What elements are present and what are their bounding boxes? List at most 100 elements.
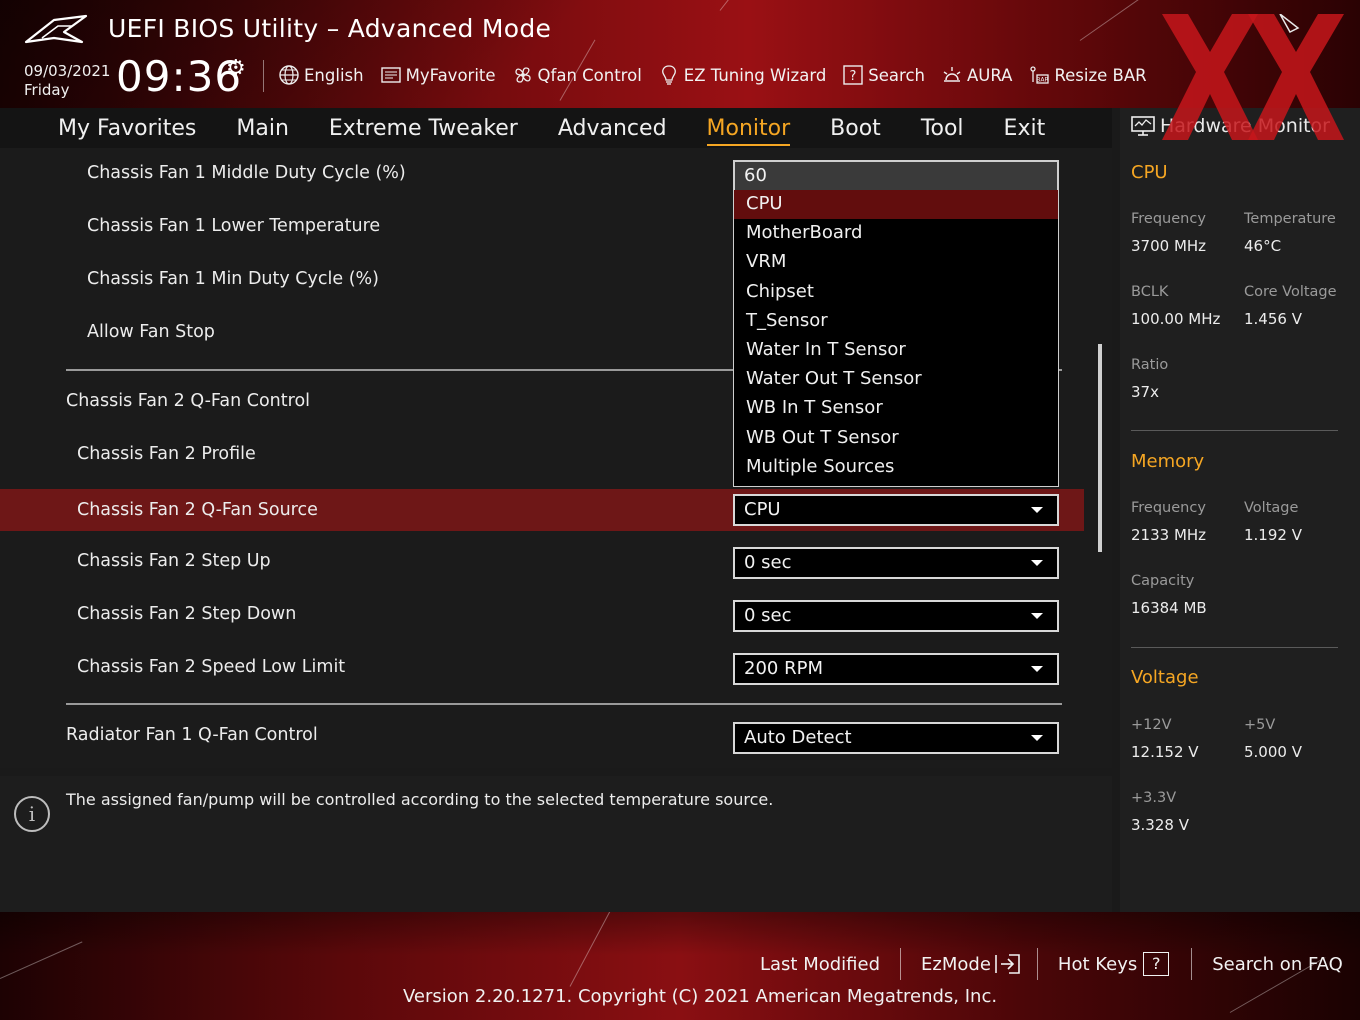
date-display: 09/03/2021 Friday — [24, 62, 110, 100]
memory-capacity-value: 16384 MB — [1131, 599, 1207, 617]
setting-label: Chassis Fan 2 Step Down — [77, 604, 297, 624]
qfan-control-button[interactable]: Qfan Control — [512, 64, 642, 86]
setting-label: Chassis Fan 1 Middle Duty Cycle (%) — [87, 163, 406, 183]
tab-tool[interactable]: Tool — [921, 116, 964, 141]
voltage-12v-value: 12.152 V — [1131, 743, 1199, 761]
tab-advanced[interactable]: Advanced — [558, 116, 667, 141]
language-button[interactable]: English — [278, 64, 364, 86]
ezmode-button[interactable]: EzMode — [921, 952, 1023, 976]
dropdown-option-wb-out[interactable]: WB Out T Sensor — [734, 424, 1058, 453]
cpu-bclk-label: BCLK — [1131, 284, 1169, 300]
step-down-select[interactable]: 0 sec — [733, 600, 1059, 632]
qfan-source-select[interactable]: CPU — [733, 494, 1059, 526]
speed-low-limit-select[interactable]: 200 RPM — [733, 653, 1059, 685]
hw-section-memory: Memory — [1131, 451, 1205, 472]
chevron-down-icon — [1031, 560, 1043, 566]
cpu-frequency-value: 3700 MHz — [1131, 237, 1207, 255]
cpu-core-voltage-label: Core Voltage — [1244, 284, 1337, 300]
clock-settings-gear-icon[interactable]: ⚙ — [226, 56, 246, 81]
qfan-control-label: Qfan Control — [537, 65, 642, 85]
help-key-icon: ? — [1143, 952, 1170, 976]
voltage-12v-label: +12V — [1131, 717, 1172, 733]
cpu-frequency-label: Frequency — [1131, 211, 1206, 227]
tab-exit[interactable]: Exit — [1004, 116, 1046, 141]
tab-my-favorites[interactable]: My Favorites — [58, 116, 196, 141]
resize-bar-icon: BAR — [1028, 64, 1050, 86]
resize-bar-button[interactable]: BAR Resize BAR — [1028, 64, 1147, 86]
select-value: CPU — [744, 499, 781, 520]
help-description: The assigned fan/pump will be controlled… — [66, 790, 774, 809]
dropdown-option-water-out[interactable]: Water Out T Sensor — [734, 365, 1058, 394]
dropdown-option-wb-in[interactable]: WB In T Sensor — [734, 394, 1058, 423]
chevron-down-icon — [1031, 666, 1043, 672]
ezmode-label: EzMode — [921, 953, 991, 975]
setting-label: Chassis Fan 2 Q-Fan Source — [77, 500, 318, 520]
language-label: English — [304, 65, 364, 85]
cpu-ratio-value: 37x — [1131, 383, 1159, 401]
select-value: 0 sec — [744, 605, 792, 626]
dropdown-current-field[interactable]: 60 — [733, 160, 1059, 190]
tab-boot[interactable]: Boot — [830, 116, 881, 141]
footer-links: Last Modified EzMode Hot Keys ? Search o… — [760, 948, 1343, 980]
footer-bar: Last Modified EzMode Hot Keys ? Search o… — [0, 912, 1360, 1020]
fan-icon — [512, 64, 534, 86]
setting-label: Chassis Fan 1 Min Duty Cycle (%) — [87, 269, 379, 289]
dropdown-option-t-sensor[interactable]: T_Sensor — [734, 307, 1058, 336]
setting-label: Allow Fan Stop — [87, 322, 215, 342]
dropdown-option-motherboard[interactable]: MotherBoard — [734, 219, 1058, 248]
tab-extreme-tweaker[interactable]: Extreme Tweaker — [329, 116, 518, 141]
dropdown-option-vrm[interactable]: VRM — [734, 248, 1058, 277]
aura-icon — [941, 64, 963, 86]
select-value: 0 sec — [744, 552, 792, 573]
myfavorite-button[interactable]: MyFavorite — [380, 64, 496, 86]
hot-keys-label: Hot Keys — [1057, 953, 1138, 975]
setting-label: Chassis Fan 2 Step Up — [77, 551, 271, 571]
header-separator — [263, 60, 264, 92]
globe-icon — [278, 64, 300, 86]
ez-tuning-wizard-label: EZ Tuning Wizard — [683, 65, 827, 85]
day-text: Friday — [24, 81, 70, 99]
resize-bar-label: Resize BAR — [1054, 65, 1147, 85]
tab-main[interactable]: Main — [236, 116, 289, 141]
hw-divider — [1131, 647, 1338, 648]
hardware-monitor-panel: Hardware Monitor CPU Frequency Temperatu… — [1120, 108, 1360, 912]
hot-keys-button[interactable]: Hot Keys ? — [1057, 952, 1170, 976]
hw-divider — [1131, 430, 1338, 431]
dropdown-option-chipset[interactable]: Chipset — [734, 278, 1058, 307]
last-modified-button[interactable]: Last Modified — [760, 954, 880, 975]
version-text: Version 2.20.1271. Copyright (C) 2021 Am… — [403, 986, 998, 1007]
help-panel: i The assigned fan/pump will be controll… — [0, 776, 1112, 912]
site-watermark-logo — [1162, 14, 1344, 140]
memory-capacity-label: Capacity — [1131, 573, 1195, 589]
aura-button[interactable]: AURA — [941, 64, 1012, 86]
search-button[interactable]: ? Search — [842, 64, 925, 86]
dropdown-option-multiple-sources[interactable]: Multiple Sources — [734, 453, 1058, 482]
ez-tuning-wizard-button[interactable]: EZ Tuning Wizard — [658, 64, 827, 86]
cpu-ratio-label: Ratio — [1131, 357, 1169, 373]
dropdown-option-water-in[interactable]: Water In T Sensor — [734, 336, 1058, 365]
footer-separator — [900, 948, 902, 980]
tab-monitor[interactable]: Monitor — [706, 116, 790, 146]
hw-section-voltage: Voltage — [1131, 667, 1199, 688]
voltage-3v3-value: 3.328 V — [1131, 816, 1189, 834]
step-up-select[interactable]: 0 sec — [733, 547, 1059, 579]
memory-voltage-label: Voltage — [1244, 500, 1299, 516]
setting-label: Radiator Fan 1 Q-Fan Control — [66, 725, 318, 745]
radiator-qfan-control-select[interactable]: Auto Detect — [733, 722, 1059, 754]
footer-separator — [1036, 948, 1038, 980]
select-value: 200 RPM — [744, 658, 823, 679]
date-text: 09/03/2021 — [24, 62, 111, 80]
header-bar: UEFI BIOS Utility – Advanced Mode 09/03/… — [0, 0, 1360, 108]
setting-label: Chassis Fan 2 Q-Fan Control — [66, 391, 311, 411]
settings-scrollbar[interactable] — [1098, 344, 1102, 552]
dropdown-option-cpu[interactable]: CPU — [734, 190, 1058, 220]
footer-separator — [1191, 948, 1193, 980]
cpu-temperature-value: 46°C — [1244, 237, 1282, 255]
memory-frequency-value: 2133 MHz — [1131, 526, 1207, 544]
search-on-faq-button[interactable]: Search on FAQ — [1212, 954, 1343, 975]
cpu-core-voltage-value: 1.456 V — [1244, 310, 1302, 328]
search-help-icon: ? — [842, 64, 864, 86]
myfavorite-label: MyFavorite — [405, 65, 496, 85]
chevron-down-icon — [1031, 735, 1043, 741]
qfan-source-dropdown-list: CPU MotherBoard VRM Chipset T_Sensor Wat… — [733, 190, 1059, 487]
